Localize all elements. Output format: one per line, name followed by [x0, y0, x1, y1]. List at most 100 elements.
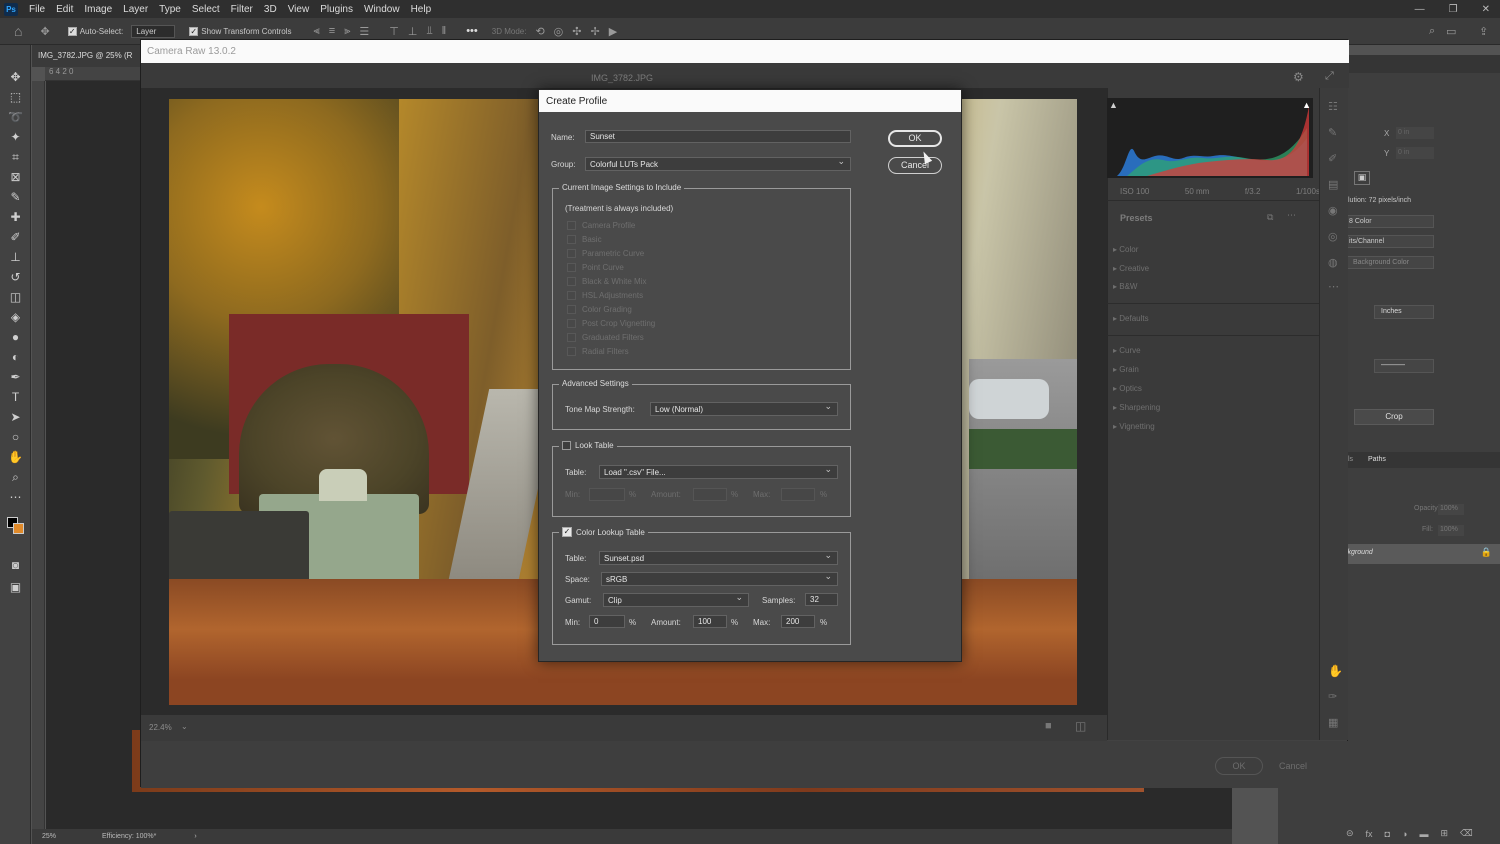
- fullscreen-icon[interactable]: ⤢: [1325, 70, 1334, 83]
- preset-group-curve[interactable]: ▸ Curve: [1113, 346, 1141, 355]
- setting-graduated-filters[interactable]: Graduated Filters: [567, 333, 644, 342]
- magic-wand-icon[interactable]: ✦: [7, 129, 24, 146]
- camera-raw-cancel-button[interactable]: Cancel: [1279, 757, 1307, 775]
- align-middle-icon[interactable]: ⊥: [408, 25, 418, 38]
- home-icon[interactable]: ⌂: [14, 23, 22, 39]
- new-layer-icon[interactable]: ⊞: [1440, 828, 1448, 839]
- look-table-checkbox[interactable]: [562, 441, 571, 450]
- preset-group-grain[interactable]: ▸ Grain: [1113, 365, 1139, 374]
- menu-layer[interactable]: Layer: [118, 4, 154, 15]
- background-color-select[interactable]: Background Color: [1346, 256, 1434, 269]
- setting-post-crop-vignetting[interactable]: Post Crop Vignetting: [567, 319, 655, 328]
- workspace-icon[interactable]: ▭: [1446, 25, 1456, 38]
- color-lookup-header[interactable]: ✓ Color Lookup Table: [559, 527, 648, 537]
- eraser-tool-icon[interactable]: ◫: [7, 289, 24, 306]
- 3d-slide-icon[interactable]: ✢: [591, 25, 600, 38]
- pen-tool-icon[interactable]: ✒: [7, 369, 24, 386]
- close-icon[interactable]: ✕: [1482, 4, 1490, 15]
- sampler-icon[interactable]: ✑: [1328, 690, 1337, 703]
- before-after-icon[interactable]: ◫: [1075, 719, 1086, 733]
- move-tool-icon[interactable]: ✥: [40, 25, 49, 38]
- more-tools-icon[interactable]: ⋯: [7, 489, 24, 506]
- setting-hsl[interactable]: HSL Adjustments: [567, 291, 643, 300]
- align-center-icon[interactable]: ≡: [329, 25, 335, 37]
- align-bottom-icon[interactable]: ⫫: [426, 25, 432, 38]
- hand-tool-icon[interactable]: ✋: [7, 449, 24, 466]
- shadow-clip-icon[interactable]: ▲: [1109, 100, 1118, 110]
- fx-icon[interactable]: fx: [1366, 829, 1373, 839]
- grid-icon[interactable]: ▦: [1328, 716, 1338, 729]
- brush-icon[interactable]: ✐: [1328, 152, 1337, 165]
- bits-select[interactable]: its/Channel: [1346, 235, 1434, 248]
- menu-view[interactable]: View: [283, 4, 316, 15]
- distribute-vertical-icon[interactable]: ‖: [442, 25, 447, 37]
- marquee-tool-icon[interactable]: ⬚: [7, 89, 24, 106]
- clut-amount-input[interactable]: 100: [693, 615, 727, 628]
- type-tool-icon[interactable]: T: [7, 389, 24, 406]
- setting-bw-mix[interactable]: Black & White Mix: [567, 277, 646, 286]
- preset-group-defaults[interactable]: ▸ Defaults: [1113, 314, 1149, 323]
- 3d-rotate-icon[interactable]: ⟲: [535, 25, 544, 38]
- adjustment-icon[interactable]: ◑: [1402, 829, 1407, 839]
- link-icon[interactable]: ⊝: [1346, 828, 1354, 839]
- more-icon[interactable]: ⋯: [1328, 280, 1339, 293]
- clut-gamut-select[interactable]: Clip: [603, 592, 749, 607]
- fill-field[interactable]: 100%: [1438, 525, 1464, 536]
- lasso-tool-icon[interactable]: ➰: [7, 109, 24, 126]
- preset-menu-icon[interactable]: ⋯: [1287, 210, 1296, 221]
- paint-bucket-icon[interactable]: ◈: [7, 309, 24, 326]
- preset-group-vignetting[interactable]: ▸ Vignetting: [1113, 422, 1155, 431]
- healing-brush-icon[interactable]: ✚: [7, 209, 24, 226]
- preset-group-optics[interactable]: ▸ Optics: [1113, 384, 1142, 393]
- new-preset-icon[interactable]: ⧉: [1267, 212, 1273, 223]
- clut-space-select[interactable]: sRGB: [601, 571, 838, 586]
- frame-tool-icon[interactable]: ⊠: [7, 169, 24, 186]
- image-icon[interactable]: ▣: [1354, 171, 1370, 185]
- ellipse-tool-icon[interactable]: ○: [7, 429, 24, 446]
- line-style-select[interactable]: ———: [1374, 359, 1434, 373]
- preset-group-bw[interactable]: ▸ B&W: [1113, 282, 1137, 291]
- menu-type[interactable]: Type: [154, 4, 187, 15]
- look-table-select[interactable]: Load ".csv" File...: [599, 464, 838, 479]
- look-min-input[interactable]: [589, 488, 625, 501]
- 3d-roll-icon[interactable]: ◎: [554, 25, 564, 38]
- brush-tool-icon[interactable]: ✐: [7, 229, 24, 246]
- folder-icon[interactable]: ▬: [1419, 829, 1428, 839]
- show-transform-checkbox[interactable]: Show Transform Controls: [189, 26, 292, 36]
- menu-edit[interactable]: Edit: [51, 4, 79, 15]
- mask-icon[interactable]: ◘: [1385, 829, 1390, 839]
- red-eye-icon[interactable]: ◎: [1328, 230, 1338, 243]
- setting-basic[interactable]: Basic: [567, 235, 602, 244]
- setting-point-curve[interactable]: Point Curve: [567, 263, 624, 272]
- zoom-chevron-icon[interactable]: ⌄: [181, 722, 188, 731]
- eyedropper-icon[interactable]: ✎: [7, 189, 24, 206]
- color-lookup-checkbox[interactable]: ✓: [562, 527, 572, 537]
- align-right-icon[interactable]: ⫸: [344, 25, 350, 38]
- units-select[interactable]: Inches: [1374, 305, 1434, 319]
- auto-select-target-select[interactable]: Layer: [131, 24, 176, 38]
- name-input[interactable]: Sunset: [585, 130, 851, 143]
- document-tab[interactable]: IMG_3782.JPG @ 25% (R: [32, 45, 142, 67]
- more-options-icon[interactable]: •••: [466, 25, 478, 37]
- look-table-header[interactable]: Look Table: [559, 441, 617, 450]
- menu-select[interactable]: Select: [187, 4, 226, 15]
- menu-help[interactable]: Help: [406, 4, 438, 15]
- search-icon[interactable]: ⌕: [1429, 25, 1435, 38]
- move-tool-icon[interactable]: ✥: [7, 69, 24, 86]
- clut-table-select[interactable]: Sunset.psd: [599, 550, 838, 565]
- tab-channels[interactable]: ls: [1348, 456, 1353, 463]
- menu-image[interactable]: Image: [79, 4, 118, 15]
- crop-tool-icon[interactable]: ⌗: [7, 149, 24, 166]
- mode-select[interactable]: 8 Color: [1346, 215, 1434, 228]
- highlight-clip-icon[interactable]: ▲: [1302, 100, 1311, 110]
- zoom-level[interactable]: 22.4%: [149, 723, 172, 732]
- trash-icon[interactable]: ⌫: [1460, 828, 1473, 839]
- auto-select-checkbox[interactable]: Auto-Select:: [67, 26, 123, 36]
- screen-mode-icon[interactable]: ▣: [7, 579, 24, 596]
- setting-parametric-curve[interactable]: Parametric Curve: [567, 249, 644, 258]
- menu-filter[interactable]: Filter: [226, 4, 259, 15]
- menu-window[interactable]: Window: [359, 4, 406, 15]
- share-icon[interactable]: ⇪: [1479, 25, 1488, 38]
- presets-icon[interactable]: ◍: [1328, 256, 1338, 269]
- gear-icon[interactable]: ⚙: [1293, 70, 1304, 84]
